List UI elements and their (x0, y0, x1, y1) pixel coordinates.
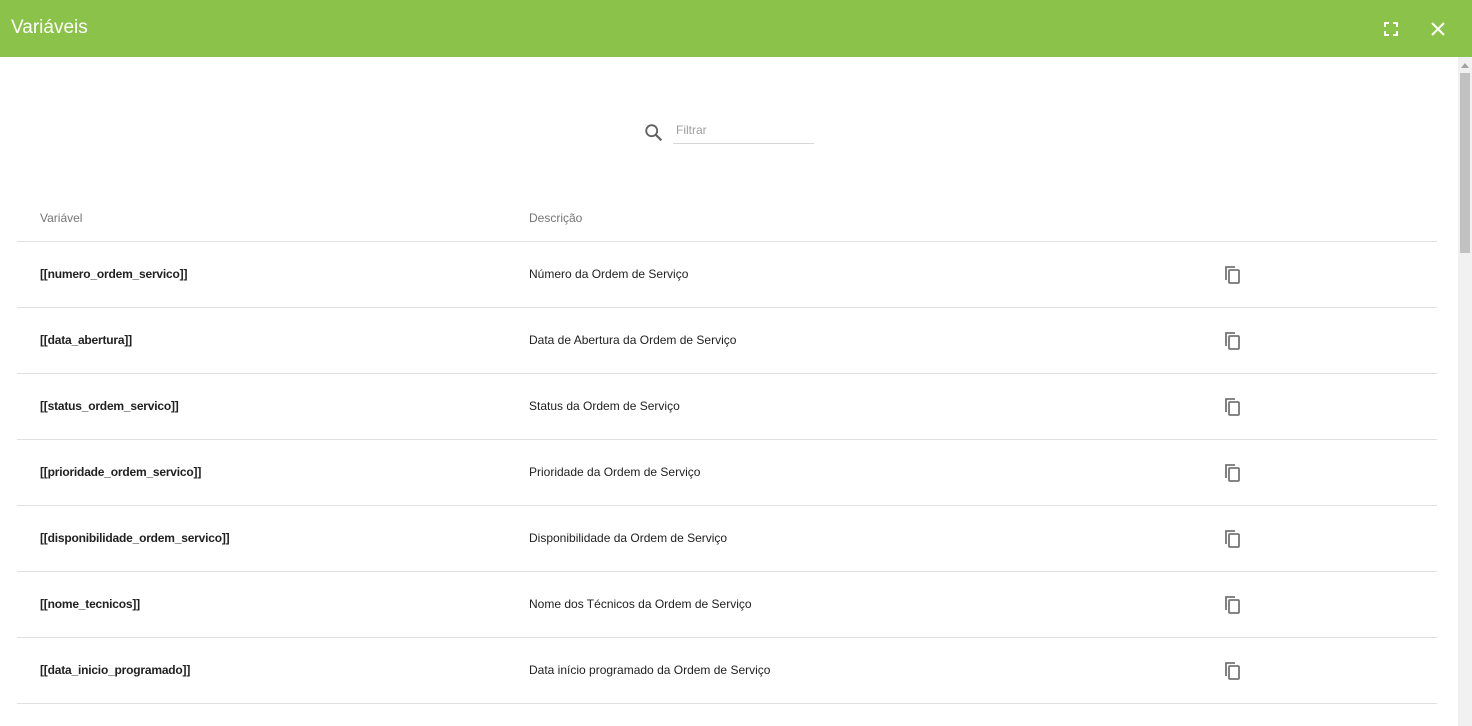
variable-name: [[prioridade_ordem_servico]] (40, 465, 202, 479)
variable-name: [[data_inicio_programado]] (40, 663, 191, 677)
column-header-variable: Variável (40, 211, 83, 225)
table-row: [[prioridade_ordem_servico]] Prioridade d… (17, 440, 1437, 506)
copy-icon (1225, 530, 1240, 548)
close-icon (1431, 22, 1445, 36)
copy-button[interactable] (1220, 263, 1244, 287)
copy-icon (1225, 662, 1240, 680)
variable-description: Status da Ordem de Serviço (529, 399, 680, 413)
copy-icon (1225, 266, 1240, 284)
variable-name: [[status_ordem_servico]] (40, 399, 179, 413)
variable-name: [[numero_ordem_servico]] (40, 267, 188, 281)
dialog-header: Variáveis (0, 0, 1472, 57)
filter-input[interactable] (673, 119, 814, 141)
variables-dialog: Variáveis Variável Descrição (0, 0, 1472, 726)
scrollbar-thumb[interactable] (1460, 73, 1470, 253)
copy-button[interactable] (1220, 329, 1244, 353)
table-row: [[data_inicio_programado]] Data início pr… (17, 638, 1437, 704)
copy-button[interactable] (1220, 395, 1244, 419)
table-row: [[nome_tecnicos]] Nome dos Técnicos da Or… (17, 572, 1437, 638)
variable-description: Data de Abertura da Ordem de Serviço (529, 333, 737, 347)
column-header-description: Descrição (529, 211, 583, 225)
dialog-content: Variável Descrição [[numero_ordem_servic… (0, 57, 1458, 726)
variable-description: Nome dos Técnicos da Ordem de Serviço (529, 597, 752, 611)
copy-icon (1225, 332, 1240, 350)
table-body: [[numero_ordem_servico]] Número da Ordem … (17, 242, 1437, 704)
variables-table: Variável Descrição [[numero_ordem_servic… (17, 191, 1437, 704)
table-row: [[disponibilidade_ordem_servico]] Disponi… (17, 506, 1437, 572)
variable-description: Prioridade da Ordem de Serviço (529, 465, 701, 479)
variable-description: Data início programado da Ordem de Servi… (529, 663, 771, 677)
dialog-title: Variáveis (11, 17, 88, 38)
scroll-up-arrow[interactable] (1461, 63, 1469, 68)
variable-description: Número da Ordem de Serviço (529, 267, 689, 281)
variable-description: Disponibilidade da Ordem de Serviço (529, 531, 728, 545)
table-row: [[numero_ordem_servico]] Número da Ordem … (17, 242, 1437, 308)
copy-button[interactable] (1220, 593, 1244, 617)
variable-name: [[data_abertura]] (40, 333, 132, 347)
table-row: [[data_abertura]] Data de Abertura da Ord… (17, 308, 1437, 374)
variable-name: [[disponibilidade_ordem_servico]] (40, 531, 230, 545)
table-header: Variável Descrição (17, 191, 1437, 242)
fullscreen-button[interactable] (1376, 14, 1406, 44)
copy-button[interactable] (1220, 527, 1244, 551)
fullscreen-icon (1384, 22, 1398, 36)
copy-button[interactable] (1220, 461, 1244, 485)
table-row: [[status_ordem_servico]] Status da Ordem … (17, 374, 1437, 440)
copy-icon (1225, 596, 1240, 614)
search-icon (645, 124, 663, 142)
filter-bar (643, 119, 818, 147)
variable-name: [[nome_tecnicos]] (40, 597, 140, 611)
copy-icon (1225, 464, 1240, 482)
close-button[interactable] (1423, 14, 1453, 44)
filter-field (673, 119, 814, 144)
copy-button[interactable] (1220, 659, 1244, 683)
vertical-scrollbar[interactable] (1458, 57, 1472, 726)
copy-icon (1225, 398, 1240, 416)
